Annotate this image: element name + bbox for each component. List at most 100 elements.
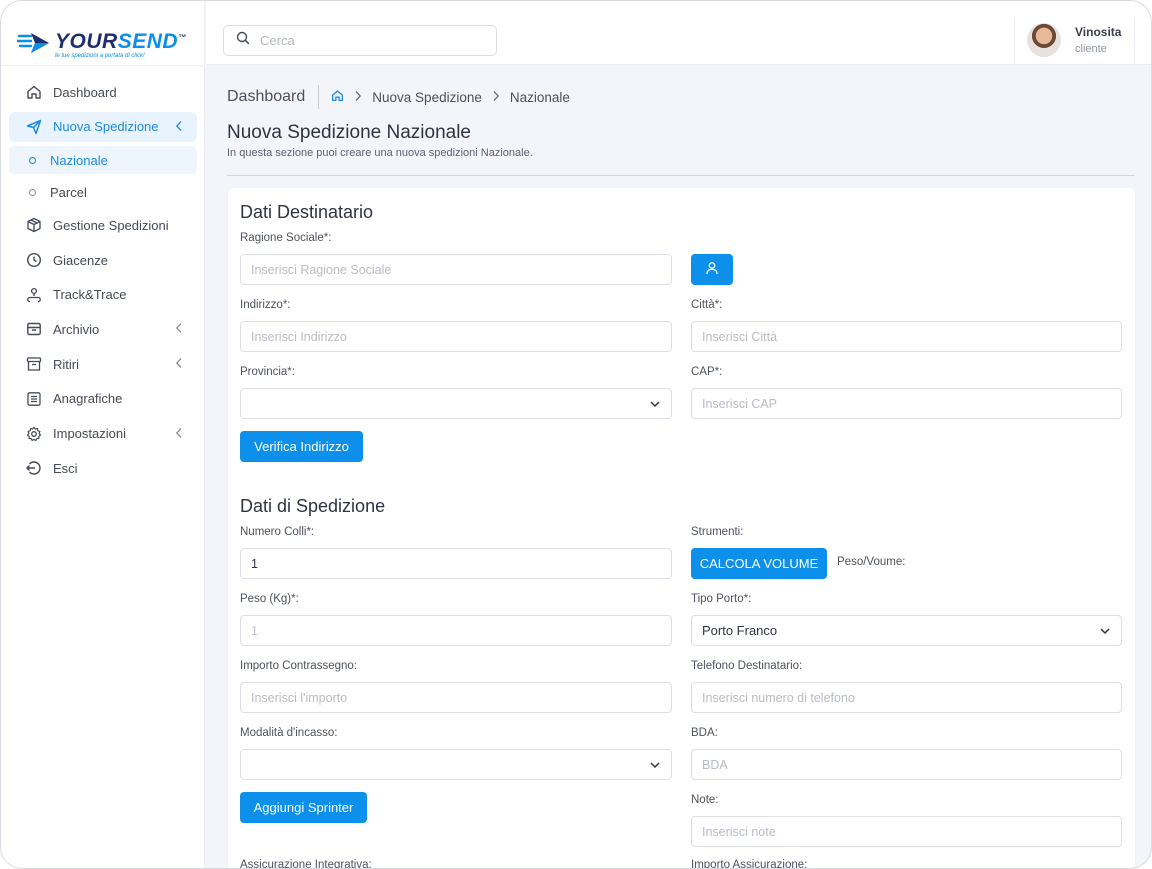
modalita-incasso-select[interactable] [240,749,672,780]
archive-icon [25,320,43,338]
gear-icon [25,425,43,443]
sidebar-menu: Dashboard Nuova Spedizione Nazionale Par… [9,77,197,488]
peso-label: Peso (Kg)*: [240,593,299,605]
bullet-icon [29,188,36,196]
sidebar-item-track-trace[interactable]: Track&Trace [9,280,197,310]
sidebar-item-gestione-spedizioni[interactable]: Gestione Spedizioni [9,210,197,240]
header-divider [227,175,1135,176]
verifica-indirizzo-button[interactable]: Verifica Indirizzo [240,431,363,462]
breadcrumb-title: Dashboard [227,85,320,109]
sidebar-item-label: Nuova Spedizione [53,119,159,135]
clock-icon [25,251,43,269]
numero-colli-input[interactable] [240,548,672,579]
sidebar-item-label: Anagrafiche [53,391,123,407]
user-name: Vinosita [1075,25,1122,39]
select-contact-button[interactable] [691,254,733,285]
sidebar-item-dashboard[interactable]: Dashboard [9,77,197,107]
note-input[interactable] [691,816,1122,847]
cap-input[interactable] [691,388,1122,419]
chevron-down-icon [1099,625,1111,640]
search-icon [236,31,250,50]
modalita-incasso-label: Modalità d'incasso: [240,727,338,739]
sidebar-item-label: Ritiri [53,356,79,372]
home-icon[interactable] [331,89,344,105]
sidebar-divider [1,65,205,66]
send-icon [25,118,43,136]
page-subtitle: In questa sezione puoi creare una nuova … [227,147,533,159]
provincia-label: Provincia*: [240,366,295,378]
logout-icon [25,459,43,477]
sidebar-item-label: Dashboard [53,84,117,100]
search-input[interactable] [260,33,460,48]
sidebar-item-esci[interactable]: Esci [9,453,197,483]
sidebar-item-label: Gestione Spedizioni [53,217,169,233]
section-title-destinatario: Dati Destinatario [240,202,374,222]
sidebar-item-anagrafiche[interactable]: Anagrafiche [9,384,197,414]
sidebar-subitem-label: Nazionale [50,152,108,168]
user-role: cliente [1075,43,1107,55]
breadcrumb: Dashboard Nuova Spedizione Nazionale [227,85,570,109]
home-icon [25,83,43,101]
user-icon [705,261,719,278]
sidebar-item-impostazioni[interactable]: Impostazioni [9,419,197,449]
assicurazione-label: Assicurazione Integrativa: [240,859,372,869]
app-frame: YOURSEND™ le tue spedizioni a portata di… [0,0,1152,869]
sidebar-item-label: Archivio [53,321,100,337]
ragione-sociale-input[interactable] [240,254,672,285]
contrassegno-input[interactable] [240,682,672,713]
chevron-left-icon [175,322,183,337]
tipo-porto-label: Tipo Porto*: [691,593,752,605]
page-title: Nuova Spedizione Nazionale [227,122,471,143]
provincia-select[interactable] [240,388,672,419]
chevron-down-icon [649,398,661,413]
sidebar-subitem-nazionale[interactable]: Nazionale [9,146,197,175]
section-title-spedizione: Dati di Spedizione [240,496,386,516]
citta-label: Città*: [691,299,723,311]
sidebar-subitem-label: Parcel [50,184,87,200]
bda-input[interactable] [691,749,1122,780]
chevron-left-icon [175,120,183,135]
sidebar-item-nuova-spedizione[interactable]: Nuova Spedizione [9,111,197,142]
sidebar-item-archivio[interactable]: Archivio [9,314,197,344]
chevron-down-icon [649,759,661,774]
sidebar-item-ritiri[interactable]: Ritiri [9,349,197,379]
sidebar-item-label: Impostazioni [53,426,126,441]
aggiungi-sprinter-button[interactable]: Aggiungi Sprinter [240,792,367,823]
breadcrumb-item-nazionale: Nazionale [509,89,570,105]
tipo-porto-select[interactable]: Porto Franco [691,615,1122,646]
ragione-sociale-label: Ragione Sociale*: [240,232,332,244]
importo-assicurazione-label: Importo Assicurazione: [691,859,808,869]
avatar[interactable] [1027,23,1061,57]
sidebar: YOURSEND™ le tue spedizioni a portata di… [1,1,205,868]
sidebar-item-label: Esci [53,460,78,476]
telefono-input[interactable] [691,682,1122,713]
inbox-icon [25,355,43,373]
tipo-porto-value: Porto Franco [702,623,778,638]
peso-input[interactable] [240,615,672,646]
sidebar-subitem-parcel[interactable]: Parcel [9,178,197,206]
indirizzo-input[interactable] [240,321,672,352]
cap-label: CAP*: [691,366,723,378]
citta-input[interactable] [691,321,1122,352]
sidebar-item-giacenze[interactable]: Giacenze [9,245,197,275]
calcola-volume-button[interactable]: CALCOLA VOLUME [691,548,827,579]
brand-tagline: le tue spedizioni a portata di click! [55,52,145,59]
route-icon [25,286,43,304]
chevron-right-icon [354,90,362,105]
note-label: Note: [691,794,719,806]
bda-label: BDA: [691,727,718,739]
numero-colli-label: Numero Colli*: [240,526,315,538]
strumenti-label: Strumenti: [691,526,744,538]
search-box[interactable] [223,25,497,56]
brand-logo[interactable]: YOURSEND™ le tue spedizioni a portata di… [17,25,187,61]
user-menu[interactable]: Vinosita cliente [1014,17,1135,65]
shipment-form-card: Dati Destinatario Ragione Sociale*: Indi… [228,188,1135,869]
list-icon [25,390,43,408]
box-icon [25,216,43,234]
brand-name: YOURSEND™ [55,29,187,53]
chevron-left-icon [175,357,183,372]
sidebar-item-label: Track&Trace [53,287,127,303]
breadcrumb-item-nuova-spedizione[interactable]: Nuova Spedizione [372,90,482,105]
chevron-right-icon [492,90,500,105]
indirizzo-label: Indirizzo*: [240,299,291,311]
